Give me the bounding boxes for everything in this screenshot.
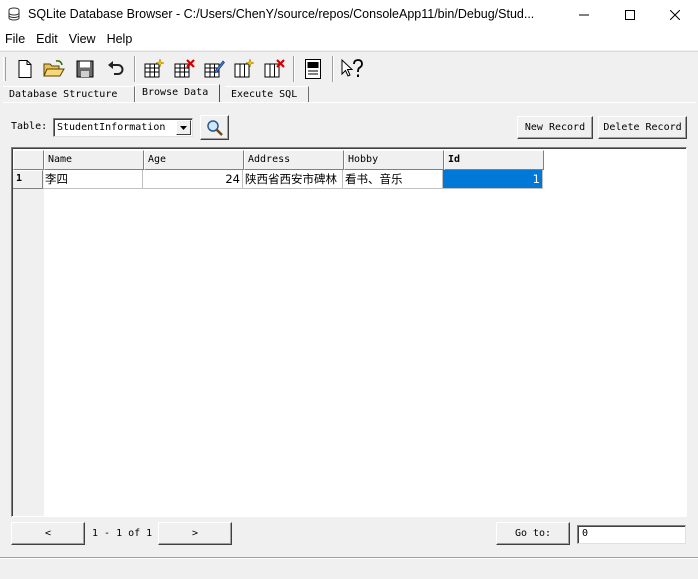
menu-help[interactable]: Help [102,29,139,50]
toolbar-separator [134,56,136,82]
new-database-button[interactable] [13,57,37,81]
column-header-age[interactable]: Age [144,150,244,170]
maximize-button[interactable] [607,0,653,29]
row-header[interactable]: 1 [13,170,43,189]
table-cell-hobby[interactable]: 看书、音乐 [343,170,443,189]
close-button[interactable] [652,0,698,29]
table-select[interactable]: StudentInformation [53,118,193,137]
search-icon [206,119,223,136]
table-delete-icon [174,59,195,78]
log-icon [305,59,321,79]
table-cell-id[interactable]: 1 [443,170,543,189]
menu-bar: File Edit View Help [0,29,698,50]
minimize-button[interactable] [561,0,607,29]
table-cell-age[interactable]: 24 [143,170,243,189]
toolbar [0,51,698,84]
table-select-value: StudentInformation [57,122,166,133]
table-create-icon [144,58,165,78]
delete-record-button[interactable]: Delete Record [598,116,687,139]
row-header-column [13,169,44,516]
toolbar-grip[interactable] [3,57,6,81]
undo-icon [108,61,124,75]
database-icon [8,7,20,21]
tab-bar: Database Structure Browse Data Execute S… [0,84,698,103]
open-database-button[interactable] [42,57,66,81]
modify-table-button[interactable] [202,57,226,81]
tab-execute-sql[interactable]: Execute SQL [225,86,309,103]
column-header-id[interactable]: Id [444,150,544,170]
new-record-button[interactable]: New Record [517,116,593,139]
toolbar-separator [332,56,334,82]
data-grid[interactable]: Name Age Address Hobby Id 1 李四 24 陕西省西安市… [11,147,687,517]
go-to-button[interactable]: Go to: [496,522,570,545]
status-bar [0,557,698,579]
delete-index-button[interactable] [262,57,286,81]
new-file-icon [18,60,32,78]
open-folder-icon [43,60,65,77]
column-header-hobby[interactable]: Hobby [344,150,444,170]
create-index-button[interactable] [232,57,256,81]
page-indicator: 1 - 1 of 1 [92,528,153,539]
sql-log-button[interactable] [301,57,325,81]
table-label: Table: [11,121,48,132]
window-title: SQLite Database Browser - C:/Users/ChenY… [28,7,535,21]
table-cell-name[interactable]: 李四 [43,170,143,189]
menu-view[interactable]: View [64,29,102,50]
undo-button[interactable] [104,57,128,81]
chevron-down-icon [180,125,187,130]
whats-this-button[interactable] [340,57,364,81]
index-delete-icon [264,59,285,78]
search-button[interactable] [200,115,229,140]
toolbar-separator [293,56,295,82]
column-header-address[interactable]: Address [244,150,344,170]
table-cell-address[interactable]: 陕西省西安市碑林 [243,170,343,189]
title-bar: SQLite Database Browser - C:/Users/ChenY… [0,0,698,29]
menu-edit[interactable]: Edit [31,29,64,50]
minimize-icon [579,14,589,15]
menu-file[interactable]: File [0,29,31,50]
floppy-disk-icon [76,60,94,78]
maximize-icon [625,9,635,20]
next-page-button[interactable]: > [158,522,232,545]
close-icon [670,9,680,20]
save-button[interactable] [73,57,97,81]
delete-table-button[interactable] [172,57,196,81]
table-edit-icon [204,60,225,78]
dropdown-arrow[interactable] [176,120,191,135]
go-to-input[interactable]: 0 [577,525,686,544]
create-table-button[interactable] [142,57,166,81]
previous-page-button[interactable]: < [11,522,85,545]
index-create-icon [234,58,255,78]
tab-browse-data[interactable]: Browse Data [135,84,220,103]
corner-header[interactable] [13,150,44,170]
tab-database-structure[interactable]: Database Structure [3,86,135,103]
column-header-name[interactable]: Name [44,150,144,170]
help-pointer-icon [341,58,363,77]
